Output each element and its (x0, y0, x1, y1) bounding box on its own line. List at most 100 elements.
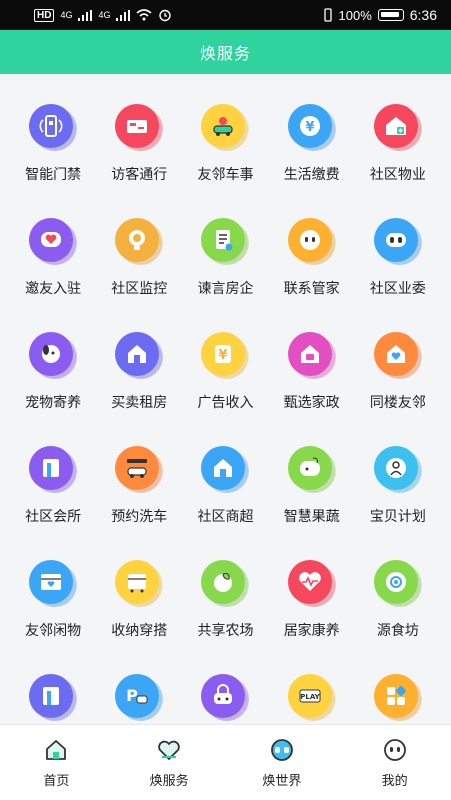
service-label: 友邻闲物 (25, 622, 82, 638)
service-icon-wrap (372, 330, 424, 382)
service-icon-wrap (27, 558, 79, 610)
service-label: 社区商超 (197, 508, 254, 524)
service-label: 同楼友邻 (369, 394, 426, 410)
heart-chat-icon (29, 218, 78, 265)
world-face-icon (270, 739, 293, 761)
service-tile[interactable]: 友邻闲物 (10, 558, 96, 643)
service-tile[interactable]: 友邻车事 (182, 102, 268, 187)
service-icon-wrap (372, 444, 424, 496)
service-grid: 智能门禁 访客通行 友邻车事 ¥ 生活缴费 社区物业 邀友入驻 社区监控 谏言房企 联系管家 社区业… (0, 74, 451, 724)
document-icon (201, 218, 250, 265)
clock-time: 6:36 (409, 7, 437, 23)
service-label: 共享农场 (197, 622, 254, 638)
service-tile[interactable]: 访客通行 (96, 102, 182, 187)
service-tile[interactable]: 联系管家 (269, 216, 355, 301)
service-tile[interactable]: 收纳穿搭 (96, 558, 182, 643)
service-tile[interactable]: ¥ 生活缴费 (269, 102, 355, 187)
service-label: 源食坊 (376, 622, 419, 638)
service-tile[interactable]: 邀友入驻 (10, 216, 96, 301)
service-label: 生活缴费 (283, 166, 340, 182)
service-tile[interactable]: 社区商超 (182, 444, 268, 529)
service-icon-wrap: ¥ (199, 330, 251, 382)
service-tile[interactable]: 宠物寄养 (10, 330, 96, 415)
service-label: 预约洗车 (111, 508, 168, 524)
service-icon-wrap (372, 216, 424, 268)
service-label: 宝贝计划 (369, 508, 426, 524)
wifi-icon (136, 9, 153, 21)
wardrobe-icon (115, 560, 164, 607)
battery-percent: 100% (338, 7, 372, 23)
car-location-icon (201, 104, 250, 151)
yen-sign-icon: ¥ (201, 332, 250, 379)
service-tile[interactable] (10, 672, 96, 724)
service-tile[interactable]: 甄选家政 (269, 330, 355, 415)
health-heart-icon (287, 560, 336, 607)
service-label: 收纳穿搭 (111, 622, 168, 638)
camera-icon (115, 218, 164, 265)
card-icon (29, 674, 78, 721)
nav-home[interactable]: 首页 (0, 725, 113, 800)
car-wash-icon (115, 446, 164, 493)
service-tile[interactable]: 源食坊 (355, 558, 441, 643)
service-icon-wrap (27, 102, 79, 154)
app-header: 焕服务 (0, 30, 451, 74)
locked-car-icon (201, 674, 250, 721)
service-tile[interactable]: ¥ 广告收入 (182, 330, 268, 415)
service-tile[interactable]: 同楼友邻 (355, 330, 441, 415)
service-tile[interactable]: 共享农场 (182, 558, 268, 643)
service-tile[interactable]: P (96, 672, 182, 724)
service-label: 访客通行 (111, 166, 168, 182)
service-tile[interactable]: 智能门禁 (10, 102, 96, 187)
play-icon: PLAY (287, 674, 336, 721)
service-tile[interactable]: PLAY (269, 672, 355, 724)
service-tile[interactable]: 宝贝计划 (355, 444, 441, 529)
service-label: 社区监控 (111, 280, 168, 296)
baby-icon (373, 446, 422, 493)
status-right: 100% 6:36 (323, 7, 437, 23)
service-tile[interactable]: 买卖租房 (96, 330, 182, 415)
service-icon-wrap (27, 444, 79, 496)
status-left: HD 4G 4G (34, 8, 172, 22)
service-heart-icon (158, 740, 180, 760)
butler-face-icon (287, 218, 336, 265)
service-label: 买卖租房 (111, 394, 168, 410)
nav-services[interactable]: 焕服务 (113, 725, 226, 800)
service-icon-wrap (113, 330, 165, 382)
service-tile[interactable]: 居家康养 (269, 558, 355, 643)
service-tile[interactable]: 谏言房企 (182, 216, 268, 301)
house-icon (115, 332, 164, 379)
nav-home-label: 首页 (43, 773, 70, 788)
service-tile[interactable]: 社区业委 (355, 216, 441, 301)
service-icon-wrap (27, 330, 79, 382)
service-icon-wrap (199, 558, 251, 610)
service-tile[interactable]: 智慧果蔬 (269, 444, 355, 529)
service-icon-wrap: P (113, 672, 165, 724)
service-tile[interactable] (355, 672, 441, 724)
nav-services-label: 焕服务 (149, 773, 189, 788)
battery-icon (377, 9, 404, 21)
service-tile[interactable] (182, 672, 268, 724)
neighbor-heart-icon (373, 332, 422, 379)
committee-face-icon (373, 218, 422, 265)
service-tile[interactable]: 社区物业 (355, 102, 441, 187)
network-4g-2: 4G (98, 10, 111, 20)
service-tile[interactable]: 社区会所 (10, 444, 96, 529)
vibrate-icon (323, 8, 332, 22)
service-icon-wrap (199, 102, 251, 154)
service-label: 智能门禁 (25, 166, 82, 182)
svg-text:P: P (126, 686, 138, 705)
service-label: 甄选家政 (283, 394, 340, 410)
service-label: 社区物业 (369, 166, 426, 182)
nav-world[interactable]: 焕世界 (226, 725, 339, 800)
service-tile[interactable]: 社区监控 (96, 216, 182, 301)
hd-indicator: HD (34, 8, 55, 22)
service-icon-wrap (199, 444, 251, 496)
nav-profile[interactable]: 我的 (338, 725, 451, 800)
service-icon-wrap (199, 672, 251, 724)
food-gear-icon (373, 560, 422, 607)
service-grid-inner: 智能门禁 访客通行 友邻车事 ¥ 生活缴费 社区物业 邀友入驻 社区监控 谏言房企 联系管家 社区业… (0, 102, 451, 724)
service-icon-wrap (286, 444, 338, 496)
service-label: 宠物寄养 (25, 394, 82, 410)
network-4g-1: 4G (60, 10, 73, 20)
service-tile[interactable]: 预约洗车 (96, 444, 182, 529)
